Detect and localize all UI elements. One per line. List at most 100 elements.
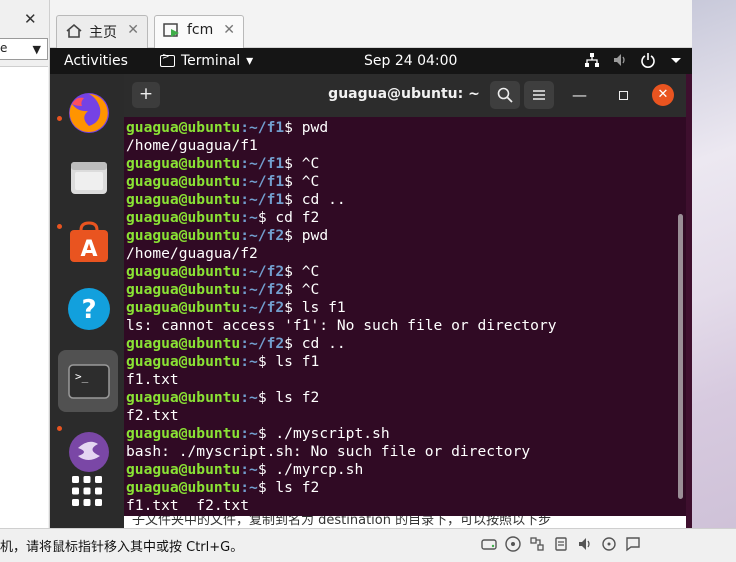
display-icon[interactable]: [600, 535, 618, 553]
command-text: $ ls f2: [257, 389, 320, 406]
terminal-icon-glyph: >_: [75, 370, 89, 383]
terminal-line: guagua@ubuntu:~/f2$ ^C: [126, 263, 676, 281]
prompt-user: guagua@ubuntu: [126, 299, 241, 316]
terminal-output-text: bash: ./myscript.sh: No such file or dir…: [126, 443, 531, 460]
terminal-line: guagua@ubuntu:~/f1$ ^C: [126, 173, 676, 191]
dock-item-firefox[interactable]: [58, 82, 118, 144]
prompt-user: guagua@ubuntu: [126, 461, 241, 478]
dock-item-help[interactable]: ?: [58, 278, 118, 340]
activities-button[interactable]: Activities: [64, 53, 128, 69]
terminal-line: f1.txt f2.txt: [126, 497, 676, 515]
terminal-output-text: /home/guagua/f2: [126, 245, 258, 262]
prompt-path: :~: [240, 389, 258, 406]
network-adapter-icon[interactable]: [528, 535, 546, 553]
terminal-line: f2.txt: [126, 407, 676, 425]
host-combo-box[interactable]: e ▼: [0, 38, 48, 60]
new-tab-button[interactable]: +: [132, 82, 160, 108]
host-tab-bar: 主页 ✕ fcm ✕: [50, 0, 692, 48]
system-tray[interactable]: [584, 52, 684, 68]
prompt-path: :~/f1: [240, 173, 285, 190]
dock-item-software[interactable]: A: [58, 212, 118, 274]
command-text: $ ls f1: [284, 299, 346, 316]
close-button[interactable]: ✕: [652, 84, 674, 106]
sound-card-icon[interactable]: [576, 535, 594, 553]
dock-item-files[interactable]: [58, 146, 118, 208]
command-text: $ ^C: [284, 281, 320, 298]
tab-home-label: 主页: [89, 25, 117, 41]
command-text: $ pwd: [284, 227, 329, 244]
host-status-hint: 机，请将鼠标指针移入其中或按 Ctrl+G。: [0, 540, 244, 555]
vm-icon: [163, 23, 179, 37]
terminal-output[interactable]: guagua@ubuntu:~/f1$ pwd/home/guagua/f1 gu…: [126, 119, 676, 516]
host-device-icons: [480, 535, 642, 553]
command-text: $ ^C: [284, 173, 320, 190]
app-menu-terminal[interactable]: Terminal ▾: [160, 52, 254, 69]
terminal-line: guagua@ubuntu:~/f1$ pwd: [126, 119, 676, 137]
command-text: $ cd f2: [257, 209, 320, 226]
terminal-scrollbar[interactable]: [678, 214, 683, 499]
screenshot-icon: [69, 432, 109, 472]
hard-disk-icon[interactable]: [480, 535, 498, 553]
command-text: $ ^C: [284, 155, 320, 172]
gnome-top-bar: Activities Terminal ▾ Sep 24 04:00: [50, 48, 692, 74]
prompt-path: :~/f2: [240, 263, 285, 280]
terminal-header-bar[interactable]: + guagua@ubuntu: ~ — ✕: [124, 74, 686, 117]
terminal-line: /home/guagua/f1: [126, 137, 676, 155]
terminal-line: guagua@ubuntu:~/f2$ cd ..: [126, 335, 676, 353]
command-text: $ pwd: [284, 119, 329, 136]
hamburger-menu-icon: [533, 90, 545, 100]
prompt-user: guagua@ubuntu: [126, 263, 241, 280]
prompt-path: :~: [240, 353, 258, 370]
help-icon-glyph: ?: [81, 295, 96, 325]
terminal-line: guagua@ubuntu:~/f2$ pwd: [126, 227, 676, 245]
prompt-user: guagua@ubuntu: [126, 155, 241, 172]
dock-item-screenshot[interactable]: [58, 418, 118, 480]
tab-fcm-close-icon[interactable]: ✕: [223, 22, 235, 38]
dock-item-terminal[interactable]: >_: [58, 350, 118, 412]
prompt-user: guagua@ubuntu: [126, 173, 241, 190]
chevron-down-icon[interactable]: ▼: [33, 43, 41, 56]
terminal-output-text: f1.txt: [126, 371, 179, 388]
power-icon: [641, 53, 655, 68]
terminal-line: guagua@ubuntu:~/f1$ ^C: [126, 155, 676, 173]
message-icon[interactable]: [624, 535, 642, 553]
terminal-line: ls: cannot access 'f1': No such file or …: [126, 317, 676, 335]
search-icon: [497, 87, 513, 103]
prompt-path: :~/f2: [240, 281, 285, 298]
terminal-line: guagua@ubuntu:~/f2$ ^C: [126, 281, 676, 299]
tab-home-close-icon[interactable]: ✕: [127, 22, 139, 38]
firefox-icon: [69, 93, 109, 133]
app-menu-arrow-icon: ▾: [246, 53, 254, 69]
terminal-line: guagua@ubuntu:~$ ls f2: [126, 479, 676, 497]
host-pane-close-icon[interactable]: ✕: [24, 10, 37, 28]
terminal-line: guagua@ubuntu:~$ cd f2: [126, 209, 676, 227]
tab-home[interactable]: 主页 ✕: [56, 15, 148, 48]
prompt-path: :~/f1: [240, 119, 285, 136]
prompt-user: guagua@ubuntu: [126, 425, 241, 442]
host-status-bar: 机，请将鼠标指针移入其中或按 Ctrl+G。: [0, 528, 736, 562]
prompt-user: guagua@ubuntu: [126, 119, 241, 136]
command-text: $ ls f2: [257, 479, 320, 496]
show-applications-icon[interactable]: [70, 474, 104, 508]
prompt-user: guagua@ubuntu: [126, 389, 241, 406]
prompt-path: :~/f2: [240, 335, 285, 352]
tab-fcm[interactable]: fcm ✕: [154, 15, 244, 48]
search-button[interactable]: [490, 81, 520, 109]
cd-drive-icon[interactable]: [504, 535, 522, 553]
minimize-button[interactable]: —: [572, 86, 587, 104]
terminal-line: guagua@ubuntu:~$ ./myrcp.sh: [126, 461, 676, 479]
terminal-line: guagua@ubuntu:~$ ls f1: [126, 353, 676, 371]
prompt-user: guagua@ubuntu: [126, 281, 241, 298]
prompt-user: guagua@ubuntu: [126, 335, 241, 352]
host-library-list[interactable]: [0, 66, 48, 528]
terminal-output-text: f1.txt f2.txt: [126, 497, 250, 514]
menu-button[interactable]: [524, 81, 554, 109]
home-icon: [66, 23, 82, 38]
software-icon: A: [70, 221, 108, 262]
network-icon: [585, 53, 599, 67]
prompt-path: :~/f1: [240, 155, 285, 172]
terminal-window[interactable]: + guagua@ubuntu: ~ — ✕ guagua@ubuntu:~/f…: [124, 74, 686, 516]
clock[interactable]: Sep 24 04:00: [364, 53, 457, 69]
usb-icon[interactable]: [552, 535, 570, 553]
maximize-button[interactable]: [619, 91, 628, 100]
